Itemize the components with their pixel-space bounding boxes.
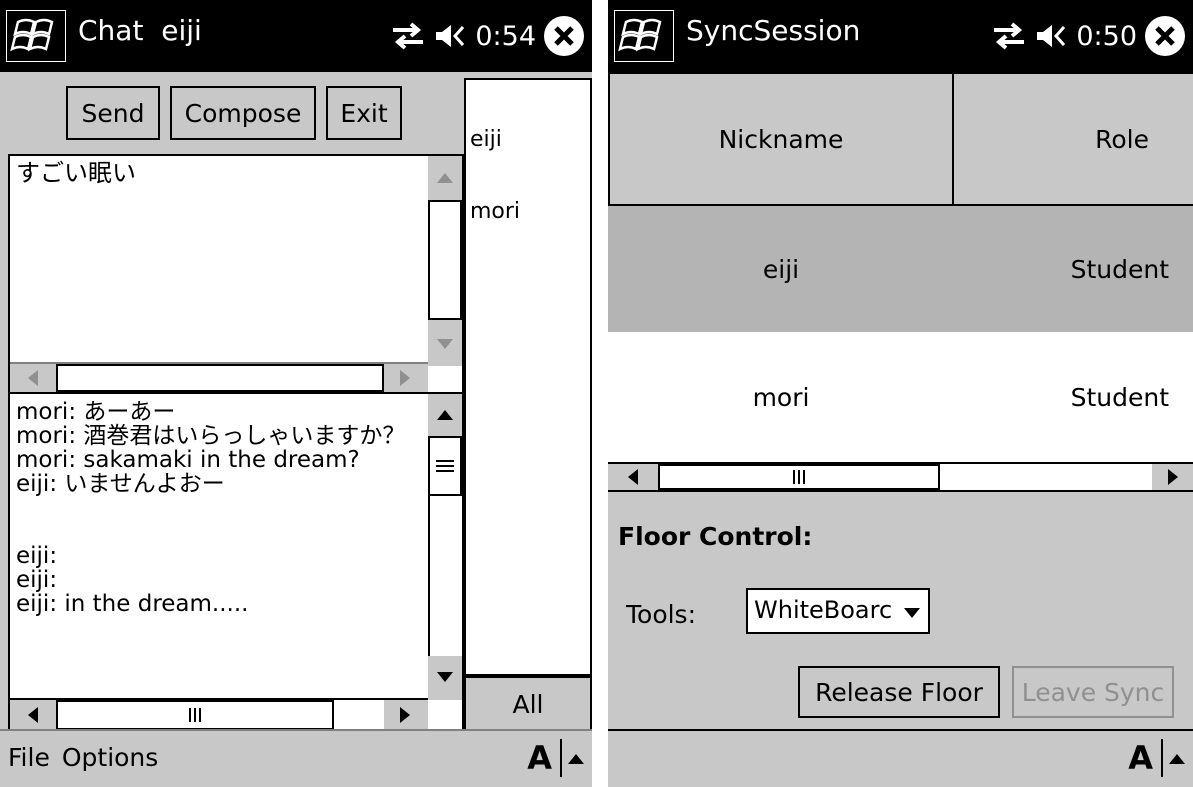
cell-role: Student <box>1070 382 1169 412</box>
message-log-text: mori: あーあー mori: 酒巻君はいらっしゃいますか？ mori: sa… <box>16 399 406 617</box>
user-list-item[interactable]: mori <box>470 200 520 224</box>
title-bar: Chat eiji 0:54 <box>0 0 592 72</box>
scroll-left-arrow-icon[interactable] <box>10 700 56 730</box>
scroll-right-arrow-icon[interactable] <box>1152 464 1193 490</box>
tools-dropdown[interactable]: WhiteBoarc <box>746 588 930 634</box>
participants-grid[interactable]: Nickname Role eiji Student mori Student <box>608 72 1193 492</box>
file-menu[interactable]: File <box>8 743 50 772</box>
message-log[interactable]: mori: あーあー mori: 酒巻君はいらっしゃいますか？ mori: sa… <box>8 392 464 732</box>
windows-start-icon[interactable] <box>6 10 66 62</box>
column-header-nickname[interactable]: Nickname <box>608 72 954 206</box>
scroll-up-arrow-icon[interactable] <box>428 394 462 436</box>
input-panel-arrow-icon[interactable] <box>1169 749 1185 768</box>
chat-window: Chat eiji 0:54 Send Compose Exit すごい眠い e… <box>0 0 592 787</box>
compose-hscroll-thumb[interactable] <box>56 364 384 392</box>
volume-icon[interactable] <box>1034 21 1068 51</box>
user-list[interactable]: eiji mori <box>464 78 592 676</box>
scroll-left-arrow-icon[interactable] <box>608 464 658 490</box>
send-button[interactable]: Send <box>66 86 160 140</box>
user-list-item[interactable]: eiji <box>470 128 520 152</box>
message-horizontal-scrollbar[interactable] <box>10 698 428 730</box>
message-vertical-scrollbar[interactable] <box>428 394 462 700</box>
compose-vertical-scrollbar[interactable] <box>428 156 462 366</box>
windows-start-icon[interactable] <box>614 10 674 62</box>
input-panel-arrow-icon[interactable] <box>568 749 584 768</box>
menu-bar: File Options A <box>0 729 592 787</box>
scroll-down-arrow-icon[interactable] <box>428 322 462 366</box>
sync-session-window: SyncSession 0:50 Nickname Role eiji Stud… <box>608 0 1193 787</box>
table-row[interactable]: eiji Student <box>608 206 1193 332</box>
cell-nickname: mori <box>752 382 810 412</box>
user-list-items: eiji mori <box>470 80 520 272</box>
message-scroll-thumb[interactable] <box>428 436 462 496</box>
connectivity-icon[interactable] <box>391 21 425 51</box>
release-floor-button[interactable]: Release Floor <box>798 666 1000 718</box>
grid-horizontal-scrollbar[interactable] <box>608 462 1193 492</box>
close-icon[interactable] <box>1145 16 1185 56</box>
options-menu[interactable]: Options <box>62 743 158 772</box>
scroll-right-arrow-icon[interactable] <box>384 364 426 392</box>
column-header-role[interactable]: Role <box>952 72 1193 206</box>
menu-bar: A <box>608 729 1193 787</box>
close-icon[interactable] <box>544 16 584 56</box>
clock[interactable]: 0:54 <box>475 21 536 52</box>
cell-role: Student <box>1070 254 1169 284</box>
compose-text: すごい眠い <box>16 159 136 187</box>
scroll-right-arrow-icon[interactable] <box>384 700 426 730</box>
window-title: Chat eiji <box>78 14 202 47</box>
cell-nickname: eiji <box>762 254 800 284</box>
table-row[interactable]: mori Student <box>608 332 1193 462</box>
input-panel-button[interactable]: A <box>527 739 552 777</box>
exit-button[interactable]: Exit <box>326 86 402 140</box>
clock[interactable]: 0:50 <box>1076 21 1137 52</box>
floor-control-label: Floor Control: <box>618 522 813 551</box>
scroll-up-arrow-icon[interactable] <box>428 156 462 200</box>
message-hscroll-thumb[interactable] <box>56 700 334 730</box>
volume-icon[interactable] <box>433 21 467 51</box>
compose-button[interactable]: Compose <box>170 86 316 140</box>
tools-dropdown-value: WhiteBoarc <box>754 596 893 624</box>
scroll-down-arrow-icon[interactable] <box>428 656 462 698</box>
leave-sync-button[interactable]: Leave Sync <box>1012 666 1174 718</box>
grid-hscroll-thumb[interactable] <box>658 464 940 490</box>
dropdown-arrow-icon[interactable] <box>904 608 920 618</box>
window-title: SyncSession <box>686 14 861 47</box>
connectivity-icon[interactable] <box>992 21 1026 51</box>
all-button[interactable]: All <box>464 676 592 732</box>
scroll-left-arrow-icon[interactable] <box>10 364 56 392</box>
compose-text-area[interactable]: すごい眠い <box>8 154 464 394</box>
input-panel-button[interactable]: A <box>1128 739 1153 777</box>
title-bar: SyncSession 0:50 <box>608 0 1193 72</box>
compose-scroll-thumb[interactable] <box>428 200 462 320</box>
compose-horizontal-scrollbar[interactable] <box>10 362 428 392</box>
tools-label: Tools: <box>626 600 697 629</box>
